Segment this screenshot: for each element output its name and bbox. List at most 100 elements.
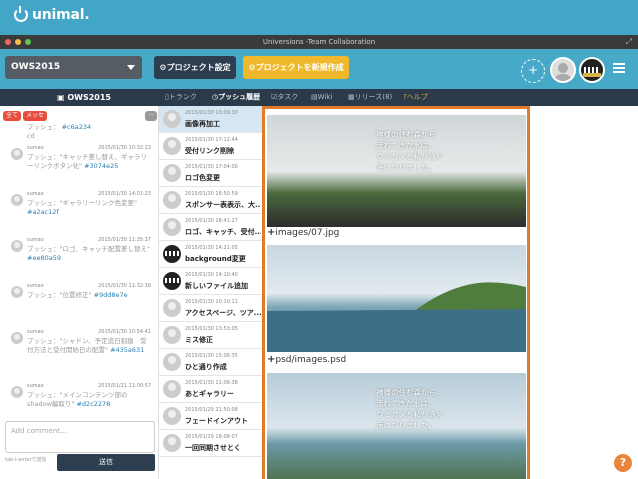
project-select[interactable]: OWS2015	[5, 56, 142, 79]
close-window-dot[interactable]	[5, 39, 11, 45]
commit-hash-link[interactable]: #c6a234	[62, 123, 92, 131]
committer-avatar	[163, 218, 181, 236]
filter-all-button[interactable]: 全て	[3, 111, 21, 121]
push-list-item[interactable]: 2015/01/30 14:21:05 background変更	[159, 241, 262, 268]
push-list-item[interactable]: 2015/01/30 16:41:27 ロゴ、キャッチ、受付...	[159, 214, 262, 241]
fullscreen-icon[interactable]: ⤢	[626, 35, 632, 49]
gear-icon: ⚙	[159, 63, 167, 72]
tab-push-history[interactable]: ◷プッシュ履歴	[212, 89, 260, 106]
window-title: Universions -Team Collaboration	[262, 38, 376, 46]
user-avatar[interactable]	[550, 57, 576, 83]
activity-user: sumao	[27, 383, 44, 389]
activity-time: 2015/01/30 11:32:30	[98, 283, 151, 289]
activity-feed[interactable]: プッシュ： #c6a234 cd sumao 2015/01/30 10:32:2…	[0, 122, 159, 420]
activity-entry: sumao 2015/01/21 11:00:57 プッシュ："メインコンテンツ…	[0, 378, 159, 420]
push-date: 2015/01/30 13:53:05	[185, 326, 238, 332]
committer-avatar	[163, 353, 181, 371]
commit-hash-link[interactable]: #a2ac12f	[27, 208, 59, 216]
filter-message-button[interactable]: メッセージ	[23, 111, 47, 129]
tab-releases-label: リリース(8)	[354, 93, 393, 101]
push-list-item[interactable]: 2015/01/29 18:08:07 一回同期させとく	[159, 430, 262, 457]
push-list-item[interactable]: 2015/01/30 17:04:00 ロゴ色変更	[159, 160, 262, 187]
comment-input[interactable]: Add comment...	[5, 421, 155, 453]
committer-avatar	[163, 110, 181, 128]
committer-avatar	[163, 299, 181, 317]
new-project-button[interactable]: ⚙プロジェクトを新規作成	[243, 56, 349, 79]
tab-releases[interactable]: ▦リリース(8)	[348, 89, 392, 106]
push-title: 受付リンク削除	[185, 147, 234, 155]
push-title: フェードインアウト	[185, 417, 248, 425]
activity-entry: sumao 2015/01/30 14:01:23 プッシュ："ギャラリーリンク…	[0, 186, 159, 232]
activity-user: sumao	[27, 237, 44, 243]
commit-hash-link[interactable]: #ee80a59	[27, 254, 61, 262]
poem-line: 神様の住む森から	[376, 130, 436, 139]
help-button[interactable]: ?	[614, 454, 632, 472]
island-silhouette	[267, 282, 526, 352]
project-avatar[interactable]	[579, 57, 605, 83]
push-date: 2015/01/30 14:21:05	[185, 245, 238, 251]
activity-time: 2015/01/30 14:01:23	[98, 191, 151, 197]
book-icon: ▤	[311, 93, 318, 101]
commit-hash-link[interactable]: #d2c2278	[76, 400, 110, 408]
more-options-button[interactable]: ···	[145, 111, 157, 121]
push-list-item[interactable]: 2015/01/30 14:10:40 新しいファイル追加	[159, 268, 262, 295]
commit-hash-link[interactable]: #9dd8e7e	[94, 291, 128, 299]
user-icon	[11, 286, 23, 298]
file-caption[interactable]: +images/07.jpg	[267, 227, 339, 238]
plus-icon: +	[527, 63, 539, 77]
hamburger-menu-icon[interactable]	[613, 63, 625, 73]
push-title: ロゴ、キャッチ、受付...	[185, 228, 261, 236]
project-title: ▣ OWS2015	[57, 89, 111, 106]
beach-poster-image[interactable]: 神様の住む森から 流れてきた水は、 ウミガメと私が泳ぐ 海になりました。	[267, 373, 526, 479]
poem-line: 流れてきた水は、	[376, 141, 436, 150]
tab-help[interactable]: ?ヘルプ	[403, 89, 428, 106]
push-list-item[interactable]: 2015/01/30 11:06:38 あとギャラリー	[159, 376, 262, 403]
push-list-item[interactable]: 2015/01/30 13:53:05 ミス修正	[159, 322, 262, 349]
user-icon	[11, 148, 23, 160]
tab-trunk[interactable]: ▯トランク	[165, 89, 197, 106]
committer-avatar	[163, 164, 181, 182]
activity-text-tail: cd	[27, 132, 35, 140]
push-title: background変更	[185, 255, 246, 263]
activity-time: 2015/01/21 11:00:57	[98, 383, 151, 389]
push-list-item[interactable]: 2015/01/30 16:50:59 スポンサー表表示、大...	[159, 187, 262, 214]
activity-text: プッシュ：	[27, 123, 60, 131]
commit-hash-link[interactable]: #435a631	[110, 346, 144, 354]
push-title: ミス修正	[185, 336, 213, 344]
activity-user: sumao	[27, 191, 44, 197]
committer-avatar	[163, 272, 181, 290]
tab-tasks-label: タスク	[277, 93, 299, 101]
activity-text: プッシュ："ロゴ、キャッチ配置差し替え"	[27, 245, 150, 253]
project-settings-button[interactable]: ⚙プロジェクト設定	[154, 56, 236, 79]
tab-tasks[interactable]: ☑タスク	[271, 89, 298, 106]
concert-crowd-image[interactable]: 神様の住む森から 流れてきた水は、 ウミガメと私が泳ぐ 海になりました。	[267, 115, 526, 227]
tab-wiki[interactable]: ▤Wiki	[311, 89, 332, 106]
file-caption[interactable]: +psd/images.psd	[267, 354, 346, 365]
push-list-item[interactable]: 2015/01/30 17:12:44 受付リンク削除	[159, 133, 262, 160]
project-select-value: OWS2015	[11, 62, 61, 72]
tab-push-history-label: プッシュ履歴	[218, 93, 261, 101]
committer-avatar	[163, 380, 181, 398]
push-list-item[interactable]: 2015/01/29 21:50:08 フェードインアウト	[159, 403, 262, 430]
app-logo[interactable]: unimal.	[14, 6, 90, 23]
add-member-button[interactable]: +	[521, 59, 545, 83]
push-list-item[interactable]: 2015/01/30 10:09:30 画像再加工	[159, 106, 262, 133]
push-date: 2015/01/30 16:50:59	[185, 191, 238, 197]
activity-entry: sumao 2015/01/30 11:32:30 プッシュ："位置修正" #9…	[0, 278, 159, 324]
seascape-image[interactable]	[267, 245, 526, 352]
committer-avatar	[163, 137, 181, 155]
minimize-window-dot[interactable]	[15, 39, 21, 45]
push-list-item[interactable]: 2015/01/30 15:06:35 ひと通り作成	[159, 349, 262, 376]
app-toolbar: OWS2015 ⚙プロジェクト設定 ⚙プロジェクトを新規作成 +	[0, 49, 638, 89]
push-list-item[interactable]: 2015/01/30 10:10:11 アクセスページ、ツア...	[159, 295, 262, 322]
project-title-text: OWS2015	[67, 93, 111, 102]
activity-text: プッシュ："位置修正"	[27, 291, 92, 299]
user-icon	[11, 240, 23, 252]
new-project-label: プロジェクトを新規作成	[255, 63, 344, 72]
user-icon	[11, 194, 23, 206]
send-button[interactable]: 送信	[57, 454, 155, 471]
push-title: アクセスページ、ツア...	[185, 309, 261, 317]
zoom-window-dot[interactable]	[25, 39, 31, 45]
commit-hash-link[interactable]: #3074e25	[84, 162, 118, 170]
activity-panel: 全て メッセージ ··· プッシュ： #c6a234 cd sumao 2015/…	[0, 106, 159, 479]
